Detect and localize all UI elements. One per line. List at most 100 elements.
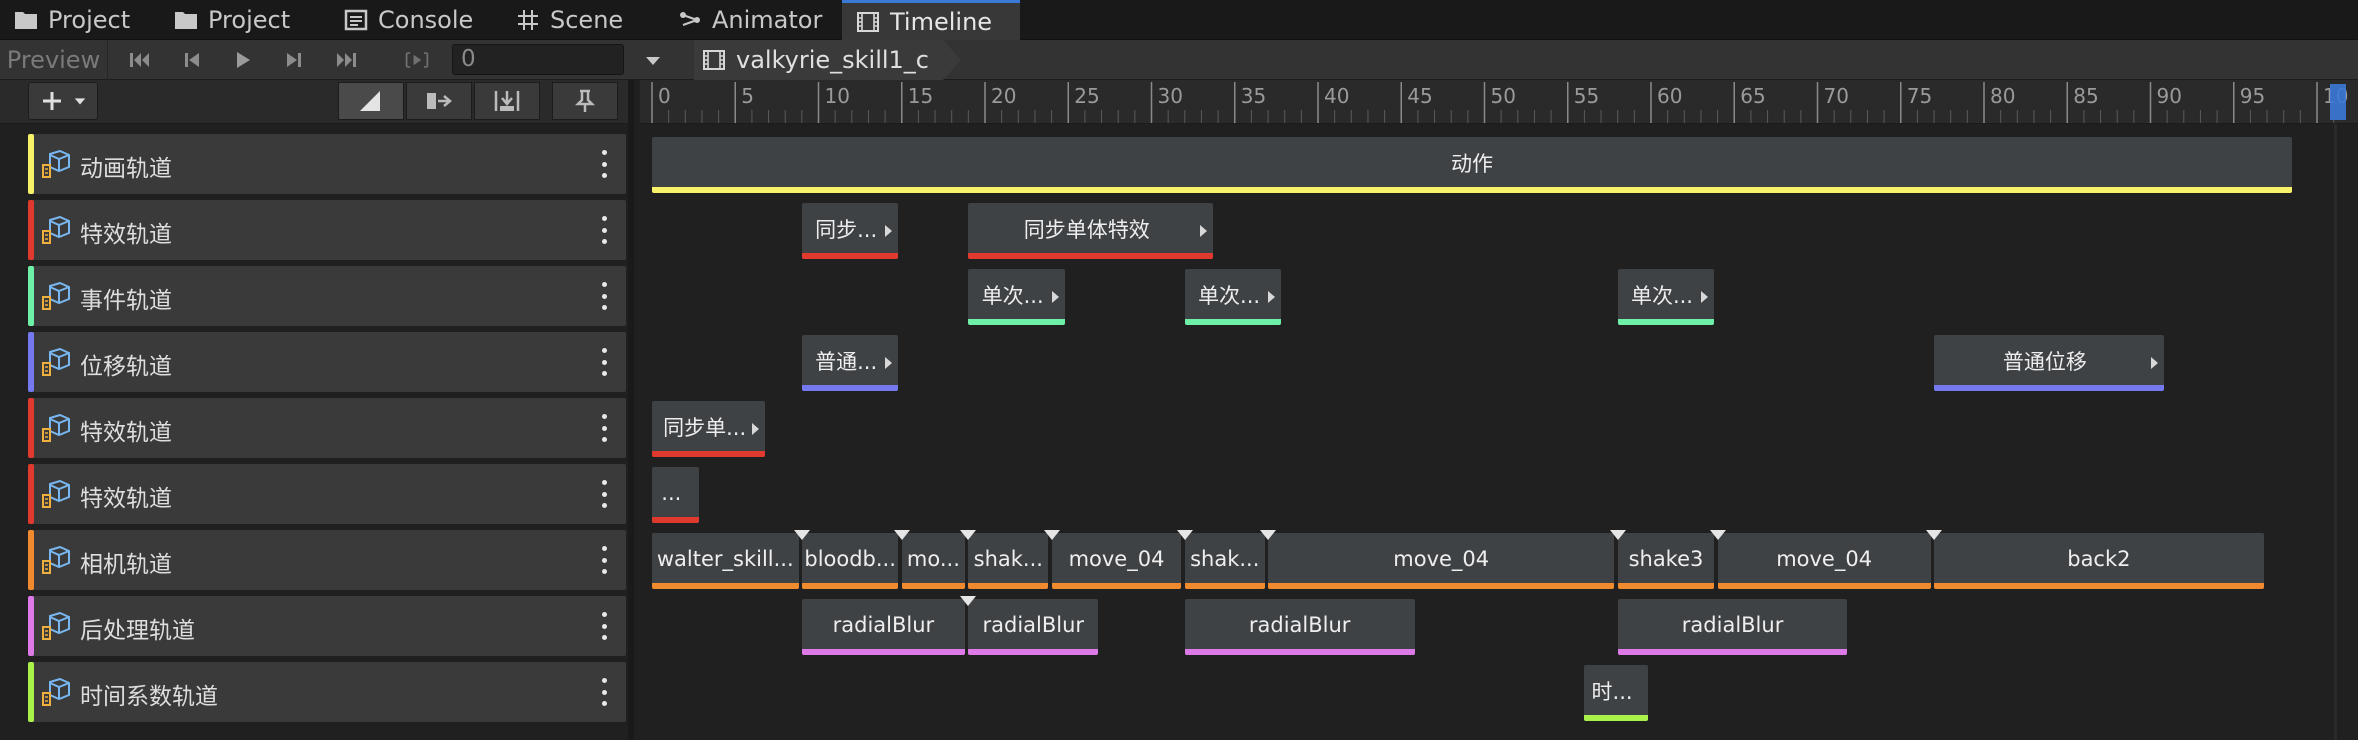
tab-label: Scene (550, 6, 624, 34)
track-header[interactable]: 位移轨道 (28, 332, 626, 392)
blend-marker-icon (1609, 530, 1626, 540)
timeline-clip[interactable]: ... (652, 467, 699, 523)
tab-project-2[interactable]: Project (160, 0, 320, 40)
timeline-clip[interactable]: 单次... (968, 269, 1065, 325)
timeline-clip[interactable]: 同步单体特效 (968, 203, 1214, 259)
lock-selection-button[interactable] (552, 82, 618, 120)
mix-mode-button[interactable] (338, 82, 404, 120)
add-track-button[interactable] (28, 82, 98, 120)
clip-label: ... (661, 481, 682, 505)
track-lane: 同步... 同步单体特效 (640, 200, 2358, 260)
timeline-clip[interactable]: move_04 (1268, 533, 1615, 589)
timeline-clip[interactable]: 普通位移 (1934, 335, 2164, 391)
time-ruler[interactable]: 0510152025303540455055606570758085909510 (640, 80, 2358, 124)
timeline-clip[interactable]: 单次... (1184, 269, 1282, 325)
track-header[interactable]: 相机轨道 (28, 530, 626, 590)
prev-frame-button[interactable] (172, 40, 212, 80)
tab-timeline[interactable]: Timeline (842, 0, 1020, 40)
timeline-asset-breadcrumb[interactable]: valkyrie_skill1_c (694, 40, 961, 80)
timeline-clip[interactable]: 同步单... (652, 401, 766, 457)
clip-area[interactable]: 动作 同步... 同步单体特效 单次... 单次... 单次... 普通... 普通位移 同步单… (640, 124, 2358, 740)
tab-scene[interactable]: Scene (502, 0, 652, 40)
track-options-icon[interactable] (600, 612, 608, 640)
timeline-clip[interactable]: 动作 (652, 137, 2293, 193)
clip-label: walter_skill... (656, 547, 794, 571)
track-options-icon[interactable] (600, 546, 608, 574)
track-header[interactable]: 特效轨道 (28, 200, 626, 260)
track-color-strip (28, 134, 34, 194)
track-header-toolbar (0, 80, 630, 124)
next-frame-button[interactable] (274, 40, 314, 80)
track-name: 特效轨道 (80, 222, 172, 248)
track-lane: 时... (640, 662, 2358, 722)
tab-project-1[interactable]: Project (0, 0, 150, 40)
track-options-icon[interactable] (600, 480, 608, 508)
tab-animator[interactable]: Animator (664, 0, 834, 40)
track-options-icon[interactable] (600, 414, 608, 442)
track-options-icon[interactable] (600, 282, 608, 310)
track-options-icon[interactable] (600, 216, 608, 244)
play-range-button[interactable] (394, 40, 440, 80)
clip-label: shak... (1190, 547, 1260, 571)
clip-label: 同步... (815, 218, 878, 242)
ruler-tick-label: 90 (2156, 84, 2182, 108)
ruler-tick-label: 80 (1990, 84, 2016, 108)
ruler-tick-label: 25 (1074, 84, 1100, 108)
track-options-icon[interactable] (600, 348, 608, 376)
timeline-menu-dropdown[interactable] (636, 40, 670, 80)
goto-start-button[interactable] (120, 40, 160, 80)
track-header[interactable]: 特效轨道 (28, 464, 626, 524)
timeline-clip[interactable]: 同步... (801, 203, 899, 259)
track-color-strip (28, 662, 34, 722)
track-script-icon (40, 215, 70, 246)
track-header[interactable]: 事件轨道 (28, 266, 626, 326)
timeline-end-marker[interactable] (2330, 84, 2346, 120)
current-frame-field[interactable]: 0 (452, 44, 624, 75)
clip-color-bar (1268, 583, 1615, 589)
track-header[interactable]: 动画轨道 (28, 134, 626, 194)
replace-mode-button[interactable] (474, 82, 540, 120)
timeline-clip[interactable]: 时... (1584, 665, 1648, 721)
timeline-clip[interactable]: 单次... (1617, 269, 1715, 325)
folder-icon (15, 12, 37, 29)
preview-button[interactable]: Preview (0, 40, 108, 80)
chevron-down-icon (646, 57, 660, 65)
track-options-icon[interactable] (600, 150, 608, 178)
timeline-clip[interactable]: move_04 (1051, 533, 1182, 589)
track-header[interactable]: 时间系数轨道 (28, 662, 626, 722)
ripple-mode-button[interactable] (406, 82, 472, 120)
timeline-clip[interactable]: move_04 (1717, 533, 1931, 589)
timeline-clip[interactable]: walter_skill... (652, 533, 799, 589)
track-color-strip (28, 464, 34, 524)
timeline-clip[interactable]: mo... (901, 533, 966, 589)
play-button[interactable] (222, 40, 262, 80)
timeline-clip[interactable]: shak... (968, 533, 1049, 589)
timeline-clip[interactable]: back2 (1934, 533, 2264, 589)
timeline-clip[interactable]: radialBlur (968, 599, 1099, 655)
track-header[interactable]: 特效轨道 (28, 398, 626, 458)
tab-console[interactable]: Console (330, 0, 490, 40)
tab-label: Animator (712, 6, 823, 34)
track-lane: walter_skill... bloodb... mo... shak... move… (640, 530, 2358, 590)
ruler-tick-label: 75 (1906, 84, 1933, 108)
timeline-clip[interactable]: 普通... (801, 335, 899, 391)
panel-splitter[interactable] (628, 80, 634, 740)
track-options-icon[interactable] (600, 678, 608, 706)
blend-marker-icon (793, 530, 810, 540)
timeline-clip[interactable]: shake3 (1617, 533, 1715, 589)
timeline-clip[interactable]: radialBlur (1184, 599, 1415, 655)
clip-label: mo... (906, 547, 960, 571)
goto-end-button[interactable] (326, 40, 366, 80)
timeline-clip[interactable]: radialBlur (1617, 599, 1848, 655)
clip-expand-arrow-icon (1268, 291, 1276, 303)
clip-color-bar (1584, 715, 1648, 721)
track-header[interactable]: 后处理轨道 (28, 596, 626, 656)
timeline-clip[interactable]: bloodb... (801, 533, 899, 589)
clip-label: move_04 (1393, 547, 1490, 571)
play-range-icon (405, 52, 429, 68)
timeline-clip[interactable]: radialBlur (801, 599, 965, 655)
ruler-tick-label: 15 (907, 84, 934, 108)
clip-color-bar (968, 583, 1049, 589)
clip-color-bar (801, 385, 899, 391)
timeline-clip[interactable]: shak... (1184, 533, 1265, 589)
